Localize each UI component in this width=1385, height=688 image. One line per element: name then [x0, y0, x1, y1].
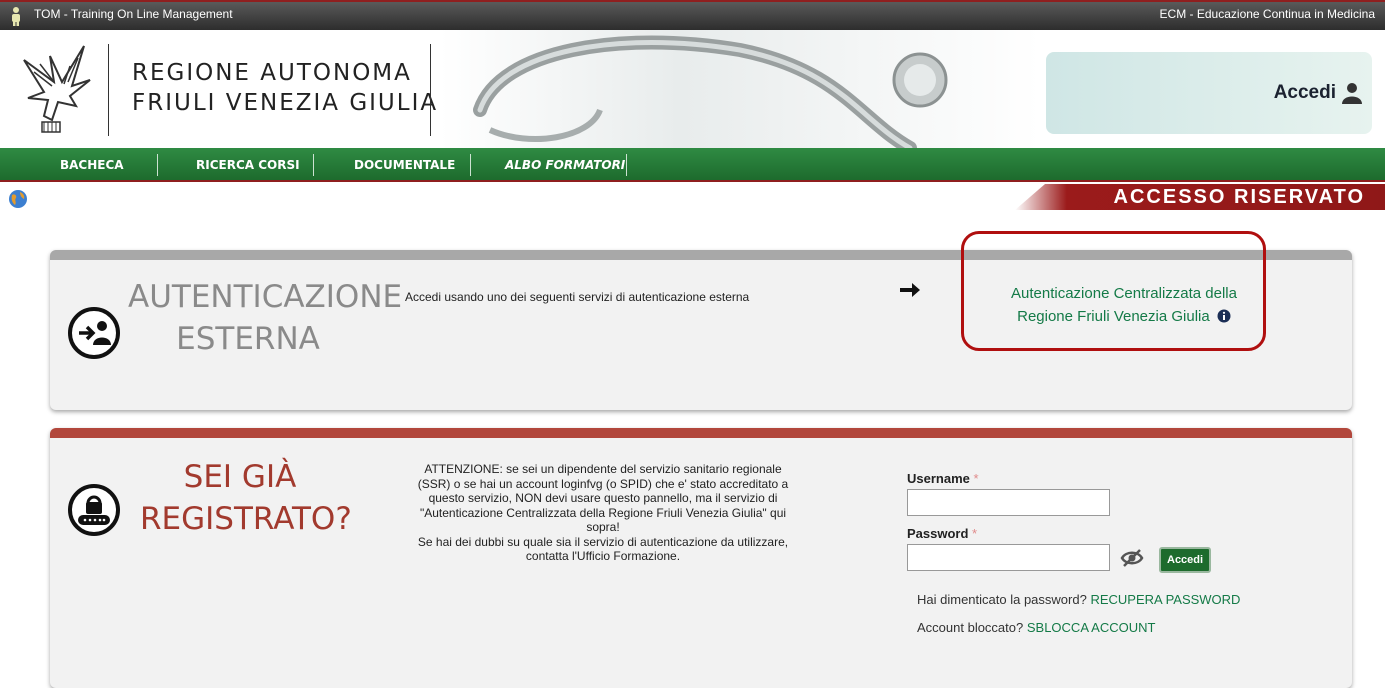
username-label-text: Username	[907, 471, 970, 486]
main-nav: BACHECA RICERCA CORSI DOCUMENTALE ALBO F…	[0, 148, 1385, 182]
title-line-2: ESTERNA	[176, 321, 320, 357]
eagle-logo-icon[interactable]	[14, 42, 104, 134]
forgot-password-row: Hai dimenticato la password? RECUPERA PA…	[917, 592, 1240, 607]
warning-line: sopra!	[586, 520, 620, 534]
header: REGIONE AUTONOMA FRIULI VENEZIA GIULIA A…	[0, 30, 1385, 148]
external-auth-description: Accedi usando uno dei seguenti servizi d…	[405, 290, 750, 304]
login-box[interactable]: Accedi	[1046, 52, 1372, 134]
attention-message: ATTENZIONE: se sei un dipendente del ser…	[368, 462, 838, 564]
login-arrow-user-icon	[68, 307, 120, 359]
locked-account-text: Account bloccato?	[917, 620, 1024, 635]
region-logo-text[interactable]: REGIONE AUTONOMA FRIULI VENEZIA GIULIA	[132, 58, 438, 118]
title-line-2: REGISTRATO?	[140, 501, 352, 537]
nav-separator	[470, 154, 471, 176]
login-label[interactable]: Accedi	[1274, 82, 1336, 104]
globe-icon[interactable]	[8, 189, 28, 209]
nav-item-bacheca[interactable]: BACHECA	[60, 158, 124, 172]
unlock-account-link[interactable]: SBLOCCA ACCOUNT	[1027, 620, 1156, 635]
logo-divider-right	[430, 44, 431, 136]
nav-item-documentale[interactable]: DOCUMENTALE	[354, 158, 455, 172]
stethoscope-image	[440, 30, 1040, 148]
nav-separator	[313, 154, 314, 176]
required-mark: *	[973, 471, 979, 486]
nav-separator	[626, 154, 627, 176]
locked-account-row: Account bloccato? SBLOCCA ACCOUNT	[917, 620, 1155, 635]
logo-divider	[108, 44, 109, 136]
user-icon[interactable]	[1342, 82, 1362, 104]
recover-password-link[interactable]: RECUPERA PASSWORD	[1090, 592, 1240, 607]
registered-title: SEI GIÀ REGISTRATO?	[140, 456, 352, 540]
warning-line: questo servizio, NON devi usare questo p…	[428, 491, 778, 505]
nav-separator	[157, 154, 158, 176]
username-label: Username *	[907, 471, 979, 486]
required-mark: *	[972, 526, 978, 541]
highlight-box	[961, 231, 1266, 351]
password-label: Password *	[907, 526, 977, 541]
ecm-title: ECM - Educazione Continua in Medicina	[1159, 7, 1375, 21]
warning-line: contatta l'Ufficio Formazione.	[525, 549, 681, 563]
title-line-1: AUTENTICAZIONE	[128, 279, 403, 315]
logo-line-2: FRIULI VENEZIA GIULIA	[132, 90, 439, 116]
lock-password-icon	[68, 484, 120, 536]
password-input[interactable]	[907, 544, 1110, 571]
accesso-riservato-ribbon: ACCESSO RISERVATO	[1015, 184, 1385, 210]
login-submit-button[interactable]: Accedi	[1159, 547, 1212, 573]
title-line-1: SEI GIÀ	[183, 459, 297, 495]
registered-login-panel: SEI GIÀ REGISTRATO? ATTENZIONE: se sei u…	[50, 428, 1352, 688]
nav-item-ricerca-corsi[interactable]: RICERCA CORSI	[196, 158, 300, 172]
warning-line: (SSR) o se hai un account loginfvg (o SP…	[417, 476, 789, 491]
app-title: TOM - Training On Line Management	[34, 7, 233, 21]
arrow-right-icon	[900, 283, 920, 297]
hide-password-eye-icon[interactable]	[1120, 548, 1144, 568]
ribbon-text: ACCESSO RISERVATO	[1113, 186, 1365, 208]
external-auth-title: AUTENTICAZIONE ESTERNA	[128, 276, 403, 360]
warning-line: ATTENZIONE: se sei un dipendente del ser…	[424, 462, 782, 476]
username-input[interactable]	[907, 489, 1110, 516]
warning-line: Se hai dei dubbi su quale sia il servizi…	[417, 534, 789, 549]
person-icon	[12, 7, 20, 26]
logo-line-1: REGIONE AUTONOMA	[132, 60, 412, 86]
forgot-password-text: Hai dimenticato la password?	[917, 592, 1087, 607]
nav-item-albo-formatori[interactable]: ALBO FORMATORI	[505, 158, 625, 172]
password-label-text: Password	[907, 526, 969, 541]
warning-line: "Autenticazione Centralizzata della Regi…	[419, 505, 787, 520]
top-bar: TOM - Training On Line Management ECM - …	[0, 0, 1385, 30]
